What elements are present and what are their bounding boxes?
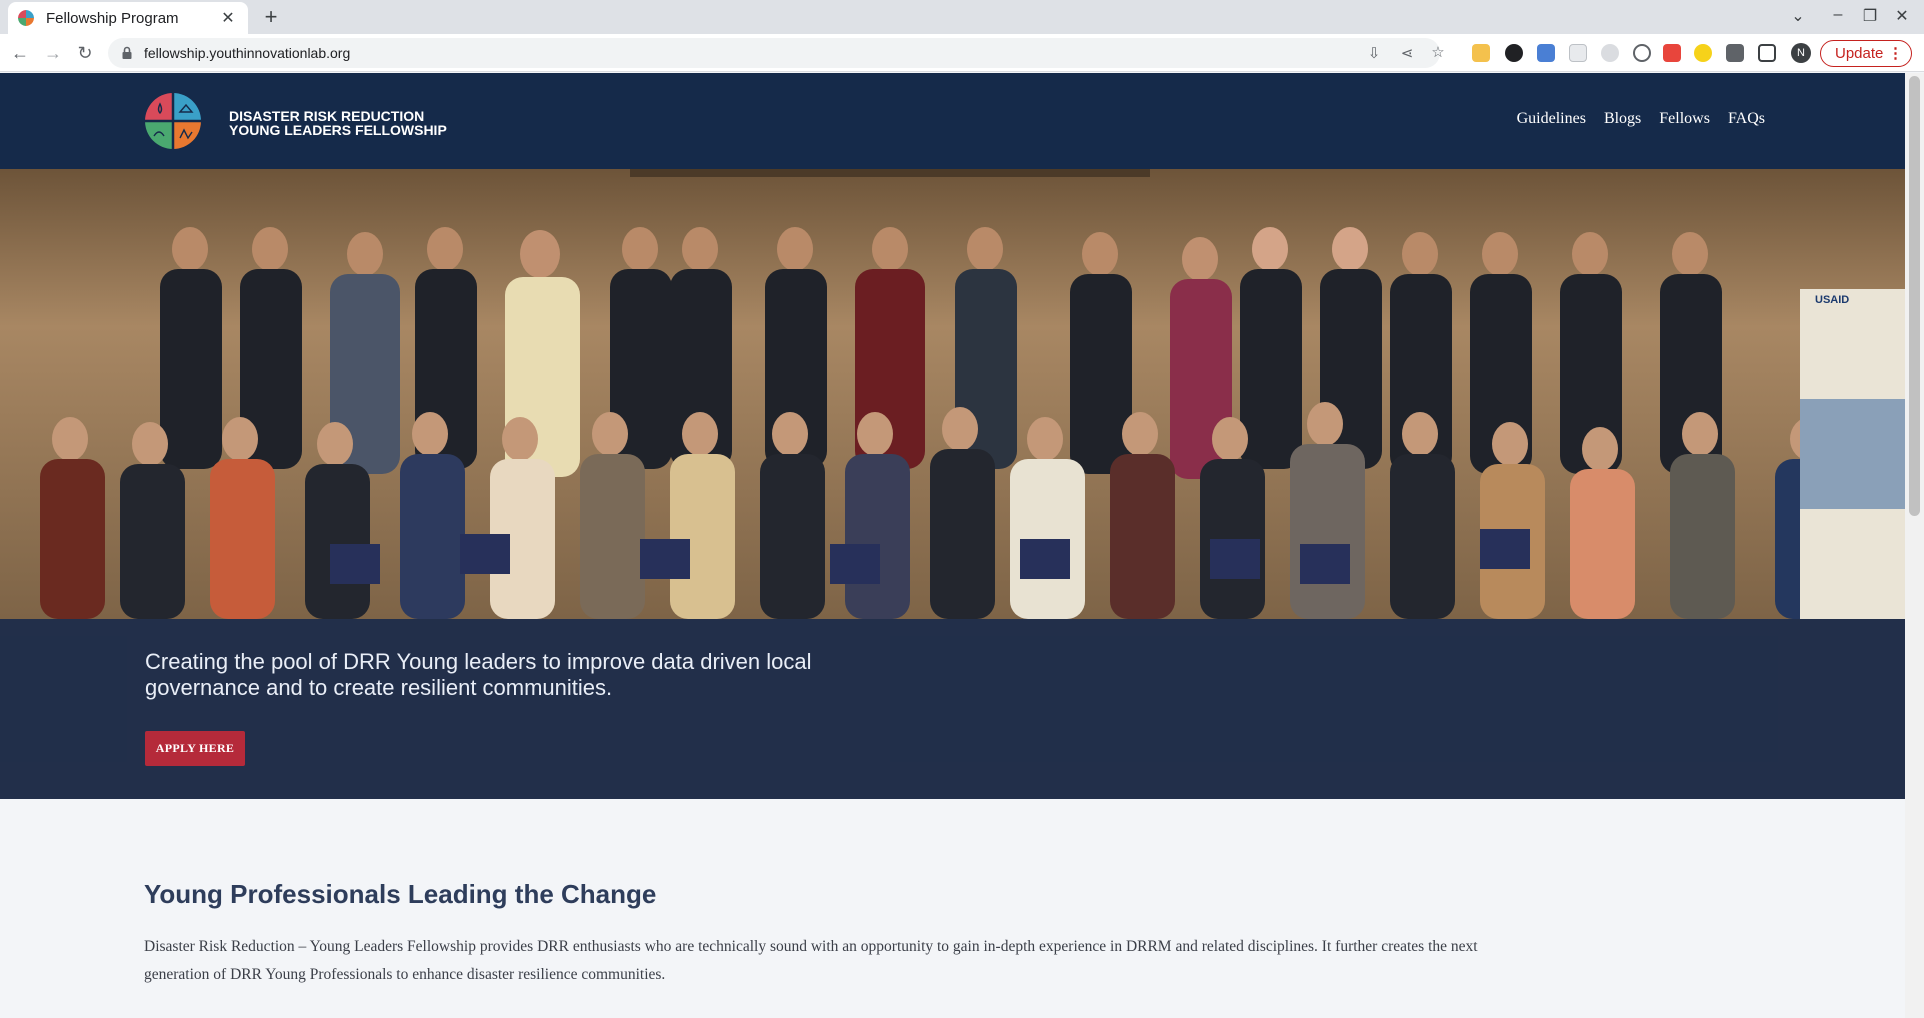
page-scrollbar[interactable] <box>1905 73 1924 1018</box>
browser-tab[interactable]: Fellowship Program ✕ <box>8 2 248 34</box>
page-viewport: DISASTER RISK REDUCTION YOUNG LEADERS FE… <box>0 73 1924 1018</box>
extension-lock-icon[interactable] <box>1663 44 1681 62</box>
group-photo <box>0 169 1905 619</box>
update-label: Update <box>1835 45 1884 62</box>
tab-close-icon[interactable]: ✕ <box>218 8 238 28</box>
nav-fellows[interactable]: Fellows <box>1659 110 1710 128</box>
site-brand[interactable]: DISASTER RISK REDUCTION YOUNG LEADERS FE… <box>229 109 447 137</box>
share-icon[interactable]: ⋖ <box>1398 44 1416 62</box>
lock-icon <box>122 46 132 59</box>
close-window-icon[interactable]: ✕ <box>1890 6 1914 26</box>
brand-line-2: YOUNG LEADERS FELLOWSHIP <box>229 122 447 138</box>
drr-logo-icon[interactable] <box>144 92 202 150</box>
side-panel-icon[interactable] <box>1758 44 1776 62</box>
address-bar[interactable]: fellowship.youthinnovationlab.org ⇩ ⋖ ☆ <box>108 38 1445 68</box>
site-header: DISASTER RISK REDUCTION YOUNG LEADERS FE… <box>0 73 1905 169</box>
extension-reader-icon[interactable] <box>1537 44 1555 62</box>
install-app-icon[interactable]: ⇩ <box>1365 44 1383 62</box>
extensions-puzzle-icon[interactable] <box>1726 44 1744 62</box>
minimize-icon[interactable]: – <box>1826 6 1850 24</box>
site-favicon-icon <box>18 10 34 26</box>
bookmark-star-icon[interactable]: ☆ <box>1429 43 1447 61</box>
nav-faqs[interactable]: FAQs <box>1728 110 1765 128</box>
update-button[interactable]: Update ⋮ <box>1820 40 1912 67</box>
extension-page-icon[interactable] <box>1569 44 1587 62</box>
nav-blogs[interactable]: Blogs <box>1604 110 1641 128</box>
hero-section: USAID Creating the pool of DRR Young lea… <box>0 169 1905 799</box>
banner-label: USAID <box>1815 294 1850 306</box>
apply-here-button[interactable]: APPLY HERE <box>145 731 245 766</box>
more-menu-icon: ⋮ <box>1888 45 1903 62</box>
scrollbar-thumb[interactable] <box>1909 76 1920 516</box>
reload-icon[interactable]: ↻ <box>73 41 97 65</box>
extension-eyedropper-icon[interactable] <box>1505 44 1523 62</box>
forward-icon[interactable]: → <box>41 41 65 65</box>
tab-title: Fellowship Program <box>46 9 179 27</box>
new-tab-button[interactable]: + <box>258 4 284 30</box>
extension-clock-icon[interactable] <box>1601 44 1619 62</box>
hero-tagline: Creating the pool of DRR Young leaders t… <box>145 649 812 700</box>
url-text: fellowship.youthinnovationlab.org <box>144 45 351 61</box>
section-title: Young Professionals Leading the Change <box>144 879 657 909</box>
browser-tab-strip: Fellowship Program ✕ + ⌄ – ❐ ✕ <box>0 0 1924 34</box>
extension-moon-icon[interactable] <box>1694 44 1712 62</box>
hero-overlay <box>0 619 1905 799</box>
browser-toolbar: ← → ↻ fellowship.youthinnovationlab.org … <box>0 34 1924 72</box>
extension-notes-icon[interactable] <box>1472 44 1490 62</box>
profile-avatar[interactable]: N <box>1791 43 1811 63</box>
restore-icon[interactable]: ❐ <box>1858 6 1882 26</box>
tab-search-icon[interactable]: ⌄ <box>1786 6 1810 26</box>
nav-guidelines[interactable]: Guidelines <box>1517 110 1586 128</box>
extension-circle-icon[interactable] <box>1633 44 1651 62</box>
intro-section: Young Professionals Leading the Change D… <box>0 799 1905 1018</box>
brand-line-1: DISASTER RISK REDUCTION <box>229 108 425 124</box>
section-description: Disaster Risk Reduction – Young Leaders … <box>144 938 1478 983</box>
main-nav: Guidelines Blogs Fellows FAQs <box>1517 110 1765 128</box>
back-icon[interactable]: ← <box>8 41 32 65</box>
